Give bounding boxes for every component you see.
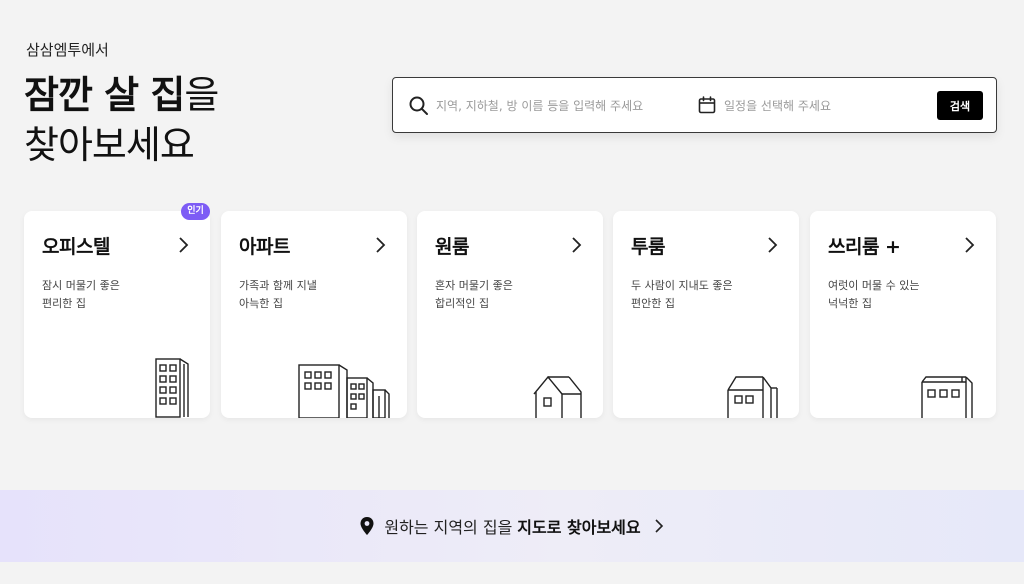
date-select-input[interactable] [724,95,924,117]
chevron-right-icon [179,237,189,253]
card-description-line2: 합리적인 집 [435,297,490,310]
chevron-right-icon [965,237,975,253]
chevron-right-icon [572,237,582,253]
popular-badge: 인기 [181,203,210,220]
card-description-line1: 잠시 머물기 좋은 [42,279,120,292]
page-footer-strip [0,562,1024,584]
category-card-oneroom[interactable]: 원룸 혼자 머물기 좋은 합리적인 집 [417,211,603,418]
two-window-house-icon [727,376,778,418]
hero-title: 잠깐 살 집을 찾아보세요 [24,70,219,170]
category-card-officetel[interactable]: 오피스텔 잠시 머물기 좋은 편리한 집 [24,211,210,418]
card-title: 투룸 [631,236,665,258]
card-description-line2: 편안한 집 [631,297,675,310]
banner-text: 원하는 지역의 집을 [384,518,513,537]
hero-subtitle: 삼삼엠투에서 [26,41,109,59]
banner-strong-text: 지도로 찾아보세요 [517,518,641,537]
officetel-building-icon [155,358,189,418]
category-card-apartment[interactable]: 아파트 가족과 함께 지낼 아늑한 집 [221,211,407,418]
calendar-icon [698,96,716,114]
location-pin-icon [360,517,374,535]
apartment-buildings-icon [298,364,390,418]
search-button[interactable]: 검색 [937,91,983,120]
location-search-input[interactable] [436,95,676,117]
category-card-tworoom[interactable]: 투룸 두 사람이 지내도 좋은 편안한 집 [613,211,799,418]
chevron-right-icon [376,237,386,253]
chevron-right-icon [655,519,663,533]
small-house-icon [533,375,582,418]
chevron-right-icon [768,237,778,253]
card-description-line1: 두 사람이 지내도 좋은 [631,279,733,292]
three-window-house-icon [921,376,973,418]
hero-title-suffix: 을 [184,73,219,117]
search-icon [409,96,428,115]
card-title: 쓰리룸 + [828,236,901,258]
card-description-line1: 가족과 함께 지낼 [239,279,317,292]
search-bar: 검색 [392,77,997,133]
card-description-line2: 아늑한 집 [239,297,283,310]
hero-title-line2: 찾아보세요 [24,123,195,167]
card-description-line2: 편리한 집 [42,297,86,310]
hero-title-bold: 잠깐 살 집 [24,73,185,117]
card-title: 원룸 [435,236,469,258]
card-description-line1: 혼자 머물기 좋은 [435,279,513,292]
map-search-banner[interactable]: 원하는 지역의 집을 지도로 찾아보세요 [0,490,1024,562]
card-description-line2: 넉넉한 집 [828,297,872,310]
category-card-threeroom[interactable]: 쓰리룸 + 여럿이 머물 수 있는 넉넉한 집 [810,211,996,418]
card-title: 아파트 [239,236,290,258]
card-description-line1: 여럿이 머물 수 있는 [828,279,920,292]
card-title: 오피스텔 [42,236,110,258]
